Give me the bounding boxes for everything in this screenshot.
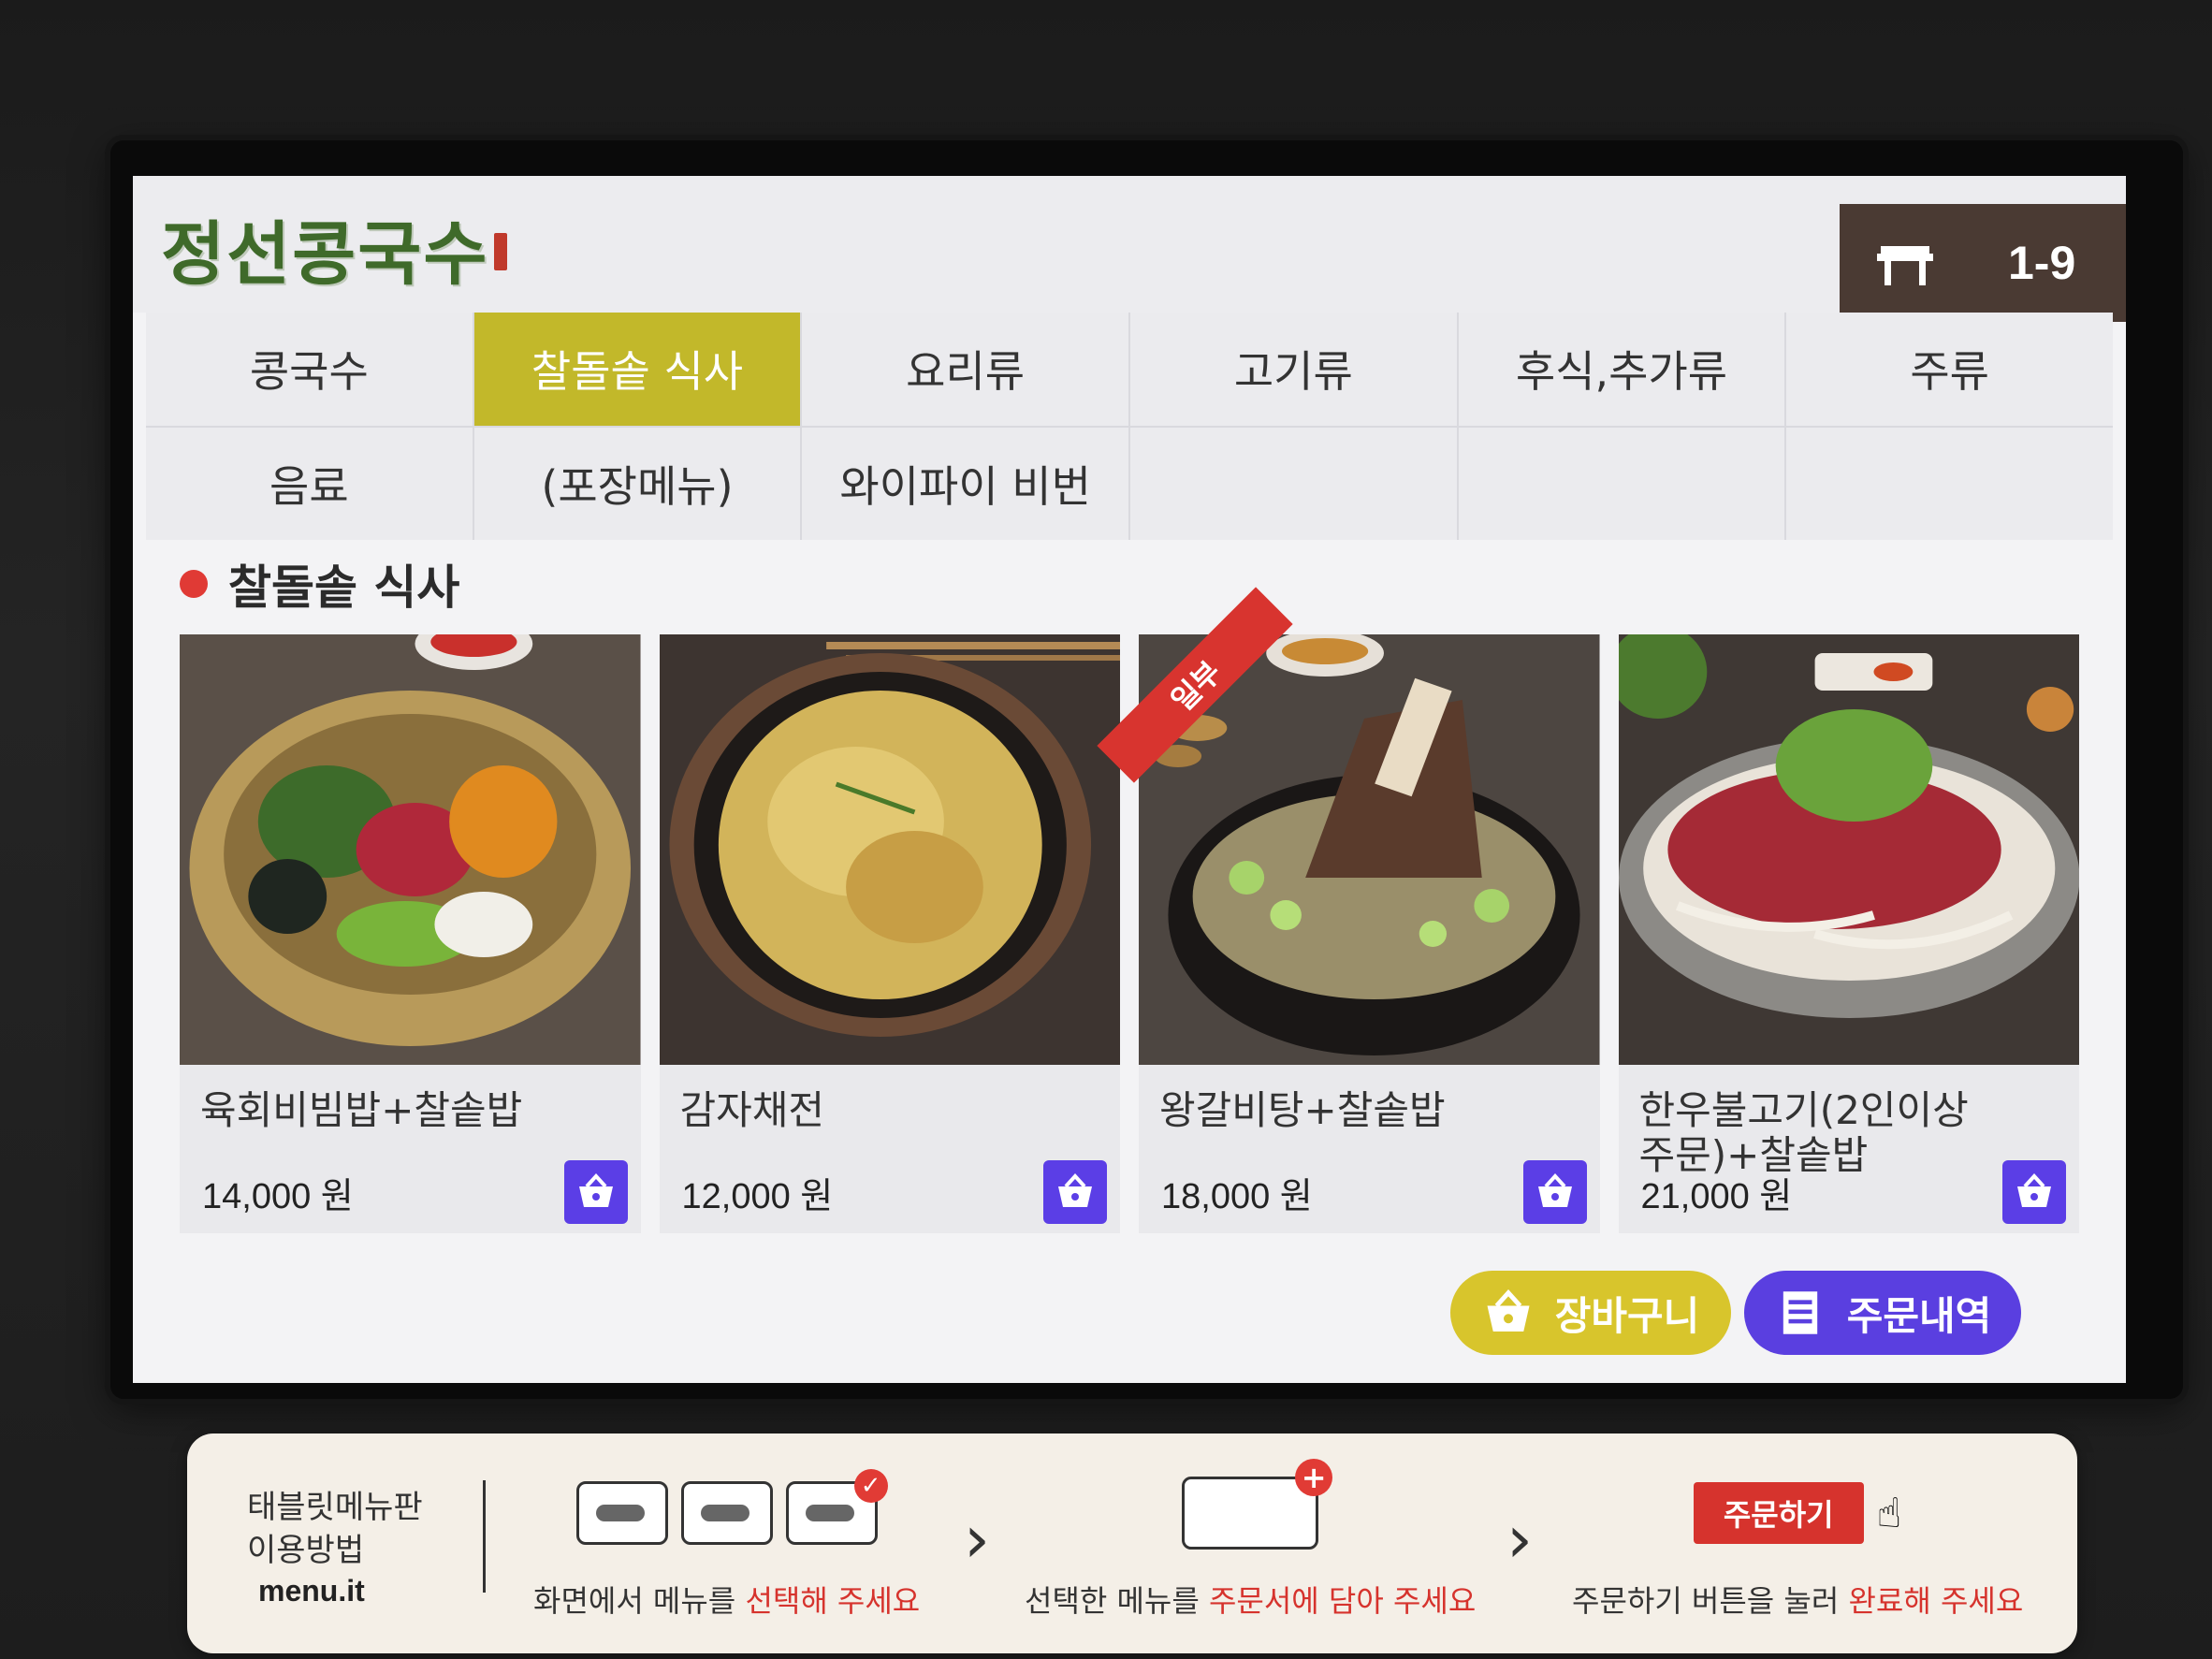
table-number: 1-9 — [2008, 237, 2076, 289]
guide-step-1: ✓ 화면에서 메뉴를 선택해 주세요 — [533, 1469, 921, 1621]
category-tab-5[interactable]: 후식,추가류 — [1458, 313, 1785, 426]
food-photo-potato-pancake — [659, 634, 1120, 1065]
table-icon — [1877, 246, 1933, 285]
category-tab-2[interactable]: 찰돌솥 식사 — [473, 313, 801, 426]
menu-price: 12,000 원 — [681, 1177, 834, 1216]
menu-card[interactable]: 감자채전 12,000 원 — [659, 634, 1120, 1233]
guide-title-line1: 태블릿메뉴판 — [247, 1489, 423, 1526]
menu-card[interactable]: 일부 왕갈비탕+찰솥밥 18,000 원 — [1097, 587, 1600, 1233]
category-tab-7[interactable]: 음료 — [146, 427, 473, 540]
menu-plate-icon — [575, 1481, 668, 1545]
menu-card[interactable]: 육회비빔밥+찰솥밥 14,000 원 — [180, 634, 641, 1233]
basket-icon — [1487, 1289, 1530, 1332]
add-to-cart-button[interactable] — [563, 1160, 628, 1224]
menu-name: 왕갈비탕+찰솥밥 — [1159, 1087, 1446, 1133]
menu-name: 한우불고기(2인이상주문)+찰솥밥 — [1638, 1087, 1969, 1178]
plus-icon: + — [1295, 1459, 1333, 1496]
guide-title-line2: 이용방법 — [247, 1532, 365, 1569]
category-tab-1[interactable]: 콩국수 — [146, 313, 473, 426]
menu-plate-icon — [680, 1481, 773, 1545]
receipt-icon — [1783, 1291, 1817, 1334]
guide-title: 태블릿메뉴판 이용방법 — [247, 1486, 423, 1572]
add-to-cart-button[interactable] — [2002, 1160, 2066, 1224]
section-dot-icon — [180, 570, 208, 598]
top-bar: 정선콩국수 1-9 — [133, 176, 2126, 322]
menu-price: 18,000 원 — [1161, 1177, 1313, 1216]
table-indicator: 1-9 — [1840, 204, 2126, 322]
step-3-icons: 주문하기 ☝ — [1693, 1471, 1902, 1555]
category-tab-9[interactable]: 와이파이 비번 — [802, 427, 1128, 540]
menu-price: 14,000 원 — [202, 1177, 354, 1216]
add-to-cart-button[interactable] — [1043, 1160, 1107, 1224]
tablet-screen: 정선콩국수 1-9 콩국수 찰돌솥 식사 요리류 고기류 후식,추가류 주류 음… — [133, 176, 2126, 1383]
category-tab-6[interactable]: 주류 — [1786, 313, 2113, 426]
order-history-label: 주문내역 — [1846, 1292, 1992, 1339]
step-1-icons: ✓ — [575, 1469, 888, 1555]
category-tab-empty — [1786, 427, 2113, 540]
category-tab-empty — [1129, 427, 1457, 540]
chevron-right-icon: › — [964, 1501, 990, 1578]
basket-button[interactable]: 장바구니 — [1450, 1271, 1731, 1355]
menu-plate-selected-icon: ✓ — [785, 1469, 888, 1545]
brand-label: menu.it — [258, 1574, 365, 1608]
menu-card-list: 육회비빔밥+찰솥밥 14,000 원 감자채전 12,000 원 일부 왕갈비탕… — [180, 587, 2079, 1233]
guide-step-2: + 선택한 메뉴를 주문서에 담아 주세요 — [1025, 1459, 1477, 1621]
order-now-chip: 주문하기 — [1693, 1482, 1864, 1544]
step-3-text: 주문하기 버튼을 눌러 완료해 주세요 — [1572, 1583, 2024, 1619]
add-to-cart-button[interactable] — [1522, 1160, 1587, 1224]
basket-icon — [1058, 1173, 1092, 1207]
basket-icon — [1537, 1173, 1572, 1207]
section-header: 찰돌솥 식사 — [180, 550, 459, 618]
order-tray-icon: + — [1182, 1459, 1333, 1550]
category-tab-empty — [1458, 427, 1785, 540]
category-grid: 콩국수 찰돌솥 식사 요리류 고기류 후식,추가류 주류 음료 (포장메뉴) 와… — [146, 313, 2113, 540]
usage-guide-panel: 태블릿메뉴판 이용방법 menu.it ✓ 화면에서 메뉴를 선택해 주세요 ›… — [187, 1433, 2077, 1653]
basket-label: 장바구니 — [1554, 1292, 1700, 1339]
basket-icon — [2017, 1173, 2051, 1207]
pointer-hand-icon: ☝ — [1876, 1489, 1902, 1537]
category-tab-4[interactable]: 고기류 — [1129, 313, 1457, 426]
check-icon: ✓ — [853, 1469, 888, 1503]
menu-name: 감자채전 — [679, 1087, 825, 1133]
basket-icon — [578, 1173, 613, 1207]
category-tab-3[interactable]: 요리류 — [802, 313, 1128, 426]
food-photo-bibimbap — [180, 634, 641, 1065]
section-title: 찰돌솥 식사 — [228, 560, 460, 615]
menu-price: 21,000 원 — [1640, 1177, 1793, 1216]
step-2-text: 선택한 메뉴를 주문서에 담아 주세요 — [1025, 1583, 1477, 1619]
step-1-text: 화면에서 메뉴를 선택해 주세요 — [533, 1583, 921, 1619]
chevron-right-icon: › — [1506, 1501, 1533, 1578]
category-tab-8[interactable]: (포장메뉴) — [473, 427, 801, 540]
menu-card[interactable]: 한우불고기(2인이상주문)+찰솥밥 21,000 원 — [1618, 634, 2079, 1233]
menu-name: 육회비빔밥+찰솥밥 — [200, 1087, 523, 1133]
divider — [483, 1480, 486, 1593]
guide-step-3: 주문하기 ☝ 주문하기 버튼을 눌러 완료해 주세요 — [1572, 1471, 2023, 1621]
logo-seal-icon — [494, 233, 508, 270]
order-history-button[interactable]: 주문내역 — [1744, 1271, 2021, 1355]
restaurant-logo: 정선콩국수 — [161, 198, 508, 298]
logo-text: 정선콩국수 — [161, 214, 489, 295]
step-2-icons: + — [1182, 1459, 1333, 1555]
food-photo-bulgogi — [1618, 634, 2079, 1065]
